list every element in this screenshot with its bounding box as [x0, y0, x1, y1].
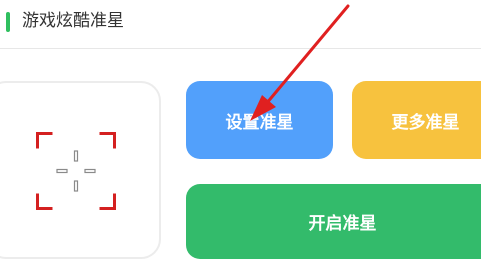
set-crosshair-label: 设置准星 [225, 112, 294, 133]
more-crosshair-label: 更多准星 [391, 112, 460, 133]
more-crosshair-button[interactable]: 更多准星 [352, 81, 481, 159]
start-crosshair-button[interactable]: 开启准星 [186, 184, 481, 259]
crosshair-tick-right [84, 168, 96, 174]
header: 游戏炫酷准星 [0, 0, 481, 49]
start-crosshair-label: 开启准星 [308, 214, 377, 234]
set-crosshair-button[interactable]: 设置准星 [186, 81, 333, 159]
corner-bottom-right [99, 193, 116, 210]
header-accent-bar [6, 12, 10, 32]
crosshair-icon [36, 132, 116, 210]
crosshair-tick-left [56, 168, 68, 174]
corner-bottom-left [36, 193, 53, 210]
crosshair-tick-bottom [73, 180, 79, 192]
corner-top-left [36, 132, 53, 149]
page-title: 游戏炫酷准星 [22, 11, 124, 31]
corner-top-right [99, 132, 116, 149]
app-window: 游戏炫酷准星 设置准星 更多准星 开启准星 [0, 0, 481, 275]
crosshair-tick-top [73, 150, 79, 162]
